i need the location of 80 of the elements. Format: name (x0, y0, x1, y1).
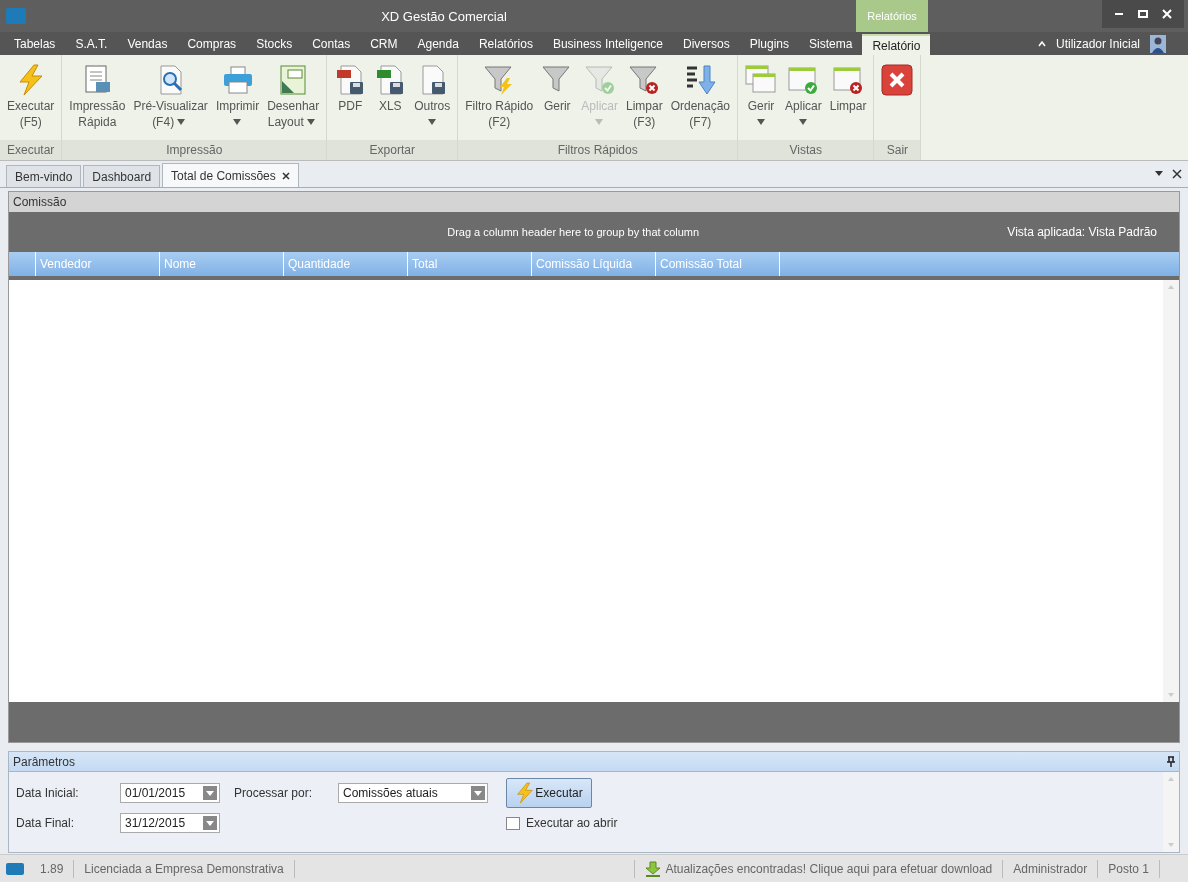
ribbon-button[interactable]: XLS (370, 59, 411, 140)
window-title: XD Gestão Comercial (381, 8, 507, 24)
pdf-document-icon (335, 64, 366, 96)
ribbon-button[interactable]: Executar (F5) (3, 59, 59, 140)
menu-tab[interactable]: Agenda (407, 32, 469, 55)
ribbon-group-label: Executar (0, 140, 62, 160)
ribbon-button[interactable]: Aplicar (781, 59, 826, 140)
report-icon (82, 64, 113, 96)
parameters-title: Parâmetros (13, 754, 76, 769)
ribbon-button[interactable]: Outros (410, 59, 455, 140)
ribbon-button[interactable]: Imprimir (211, 59, 264, 140)
date-field[interactable]: 31/12/2015 (120, 813, 220, 833)
menu-tab[interactable]: Compras (177, 32, 247, 55)
field-label: Data Inicial: (16, 786, 80, 800)
ribbon-group-label: Sair (874, 140, 921, 160)
ribbon-button[interactable]: Gerir (741, 59, 782, 140)
checkbox[interactable] (506, 816, 520, 830)
menu-tab[interactable]: CRM (360, 32, 408, 55)
dropdown-field[interactable]: Comissões atuais (338, 783, 488, 803)
ribbon-group-label: Impressão (62, 140, 327, 160)
menu-tab[interactable]: Contas (302, 32, 361, 55)
version-label: 1.89 (30, 859, 75, 878)
group-hint: Drag a column header here to group by that column (446, 226, 701, 238)
menu-tab[interactable]: S.A.T. (65, 32, 118, 55)
ribbon-button[interactable]: Impressão Rápida (65, 59, 130, 140)
contextual-tab-group: Relatórios (856, 0, 928, 32)
menu-tab[interactable]: Business Inteligence (542, 32, 673, 55)
user-name[interactable]: Utilizador Inicial (1055, 36, 1140, 51)
ribbon-group-label: Filtros Rápidos (458, 140, 738, 160)
station-label: Posto 1 (1098, 859, 1160, 878)
close-icon[interactable] (281, 171, 290, 180)
app-logo (6, 8, 26, 24)
menu-tab[interactable]: Tabelas (4, 32, 66, 55)
close-icon[interactable] (1172, 169, 1182, 179)
panel-title: Comissão (9, 192, 1179, 212)
update-link[interactable]: Atualizações encontradas! Clique aqui para efetuar download (665, 861, 993, 876)
window-clear-icon (832, 64, 865, 96)
ribbon-button[interactable]: Filtro Rápido (F2) (461, 59, 538, 140)
menu-tab[interactable]: Plugins (739, 32, 800, 55)
app-logo (6, 862, 24, 875)
ribbon-group-label: Vistas (738, 140, 874, 160)
printer-icon (221, 64, 254, 96)
funnel-clear-icon (628, 64, 661, 96)
download-icon[interactable] (645, 860, 662, 877)
menu-tab[interactable]: Relatórios (468, 32, 543, 55)
menu-tab[interactable]: Vendas (117, 32, 178, 55)
field-label: Processar por: (234, 786, 314, 800)
checkbox-label[interactable]: Executar ao abrir (526, 816, 618, 830)
window-check-icon (787, 64, 820, 96)
menu-tab[interactable]: Stocks (246, 32, 303, 55)
layout-icon (278, 64, 309, 96)
windows-icon (745, 64, 778, 96)
license-label: Licenciada a Empresa Demonstrativa (74, 859, 295, 878)
ribbon-button[interactable]: Ordenação (F7) (666, 59, 735, 140)
ribbon-button[interactable]: Gerir (537, 59, 578, 140)
ribbon-group-label: Exportar (327, 140, 458, 160)
xls-document-icon (375, 64, 406, 96)
funnel-check-icon (583, 64, 616, 96)
menu-tab[interactable]: Sistema (799, 32, 863, 55)
field-label: Data Final: (16, 816, 76, 830)
menu-tab[interactable]: Relatório (862, 34, 931, 55)
date-field[interactable]: 01/01/2015 (120, 783, 220, 803)
dropdown-icon[interactable] (1154, 169, 1164, 177)
pin-icon[interactable] (1167, 756, 1175, 767)
user-role-label: Administrador (1003, 859, 1099, 878)
ribbon-button[interactable]: Desenhar Layout (263, 59, 324, 140)
applied-view: Vista aplicada: Vista Padrão (1007, 225, 1158, 239)
document-tab[interactable]: Dashboard (83, 165, 161, 187)
maximize-icon[interactable] (1138, 9, 1148, 19)
menu-tab[interactable]: Diversos (673, 32, 740, 55)
sort-icon (684, 64, 717, 96)
ribbon-button[interactable]: Limpar (F3) (621, 59, 667, 140)
ribbon-button[interactable]: PDF (330, 59, 371, 140)
document-tab[interactable]: Total de Comissões (162, 163, 299, 187)
ribbon-button[interactable]: Pré-Visualizar (F4) (129, 59, 212, 140)
execute-button[interactable]: Executar (506, 778, 592, 808)
close-icon (881, 64, 914, 96)
ribbon-button[interactable]: Limpar (825, 59, 871, 140)
chevron-up-icon[interactable] (1037, 40, 1046, 47)
document-tab[interactable]: Bem-vindo (6, 165, 82, 187)
